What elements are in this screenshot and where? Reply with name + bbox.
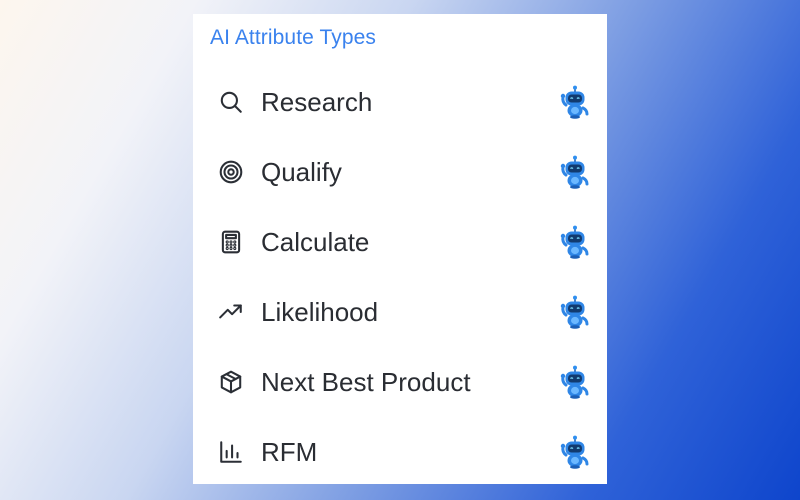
bar-chart-icon xyxy=(217,438,245,466)
robot-icon xyxy=(560,225,590,259)
robot-icon xyxy=(560,295,590,329)
list-item-qualify[interactable]: Qualify xyxy=(193,136,607,206)
trending-up-icon xyxy=(217,298,245,326)
list-item-label: Next Best Product xyxy=(261,367,471,397)
panel-title: AI Attribute Types xyxy=(210,26,377,49)
list-item-rfm[interactable]: RFM xyxy=(193,416,607,486)
target-icon xyxy=(217,158,245,186)
list-item-label: Likelihood xyxy=(261,297,379,327)
list-item-label: Qualify xyxy=(261,157,342,187)
search-icon xyxy=(217,88,245,116)
list-item-next-best-product[interactable]: Next Best Product xyxy=(193,346,607,416)
list-item-likelihood[interactable]: Likelihood xyxy=(193,276,607,346)
list-item-research[interactable]: Research xyxy=(193,66,607,136)
robot-icon xyxy=(560,155,590,189)
list-item-label: Calculate xyxy=(261,227,370,257)
calculator-icon xyxy=(217,228,245,256)
robot-icon xyxy=(560,365,590,399)
ai-attribute-types-panel: AI Attribute Types Research Qualify Calc… xyxy=(193,14,607,484)
robot-icon xyxy=(560,85,590,119)
package-icon xyxy=(217,368,245,396)
robot-icon xyxy=(560,435,590,469)
list-item-label: Research xyxy=(261,87,373,117)
list-item-calculate[interactable]: Calculate xyxy=(193,206,607,276)
attribute-type-list: Research Qualify Calculate Likelihood Ne… xyxy=(193,66,607,486)
list-item-label: RFM xyxy=(261,437,318,467)
